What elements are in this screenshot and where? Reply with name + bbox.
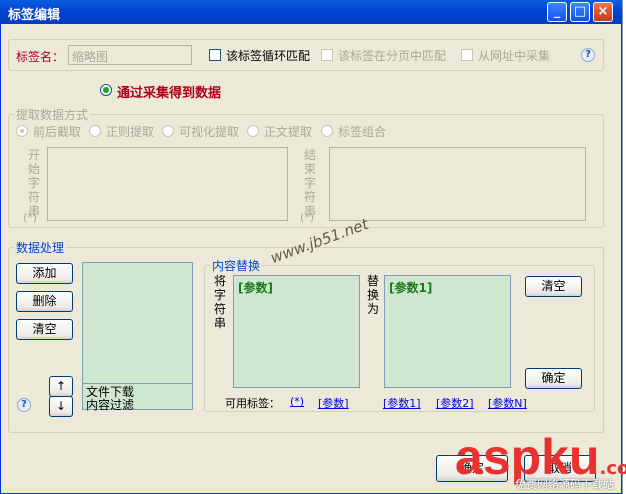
maximize-button[interactable]: □ [570, 2, 590, 22]
processing-help-icon[interactable]: ? [17, 398, 31, 412]
option-regex: 正则提取 [106, 125, 155, 139]
move-down-button[interactable]: ↓ [49, 396, 73, 417]
brand-tagline: 免费网络源码下载站 [515, 478, 614, 491]
end-string-label: 结束字符串 [303, 148, 316, 218]
processing-list[interactable]: 文件下载 内容过滤 [82, 262, 193, 413]
option-combine: 标签组合 [338, 125, 387, 139]
radio-regex[interactable] [89, 125, 101, 137]
replace-with-textarea[interactable]: [参数1] [384, 275, 511, 388]
tag-name-value: 缩略图 [72, 50, 109, 64]
paging-match-label: 该标签在分页中匹配 [338, 49, 447, 63]
find-string-textarea[interactable]: [参数] [233, 275, 360, 388]
replace-with-label: 替换为 [366, 274, 379, 316]
radio-body[interactable] [247, 125, 259, 137]
confirm-replace-button[interactable]: 确定 [525, 368, 582, 389]
loop-match-label: 该标签循环匹配 [226, 49, 311, 63]
tag-link-param1[interactable]: [参数1] [383, 395, 421, 411]
option-visual: 可视化提取 [179, 125, 240, 139]
tag-name-label: 标签名： [16, 50, 65, 64]
background-window-edge [622, 0, 626, 494]
start-string-textarea[interactable] [47, 147, 288, 221]
tag-link-paramN[interactable]: [参数N] [488, 395, 527, 411]
paging-match-checkbox[interactable] [321, 49, 333, 61]
radio-combine[interactable] [321, 125, 333, 137]
minimize-button[interactable]: _ [547, 2, 567, 22]
data-processing-label: 数据处理 [14, 239, 67, 256]
replace-with-value: [参数1] [389, 281, 433, 295]
help-icon[interactable]: ? [581, 48, 595, 62]
window-title: 标签编辑 [8, 8, 61, 23]
option-before-after: 前后截取 [33, 125, 82, 139]
collect-radio[interactable] [100, 84, 112, 96]
add-button[interactable]: 添加 [16, 263, 73, 284]
clear-replace-button[interactable]: 清空 [525, 276, 582, 297]
title-bar[interactable] [0, 0, 622, 24]
content-replace-label: 内容替换 [210, 257, 263, 274]
tag-link-wildcard[interactable]: (*) [290, 395, 304, 408]
tag-link-param[interactable]: [参数] [318, 395, 349, 411]
clear-list-button[interactable]: 清空 [16, 319, 73, 340]
start-wildcard: (*) [23, 211, 38, 224]
find-string-label: 将字符串 [213, 274, 226, 330]
close-button[interactable]: × [593, 2, 613, 22]
radio-visual[interactable] [162, 125, 174, 137]
from-url-label: 从网址中采集 [478, 49, 551, 63]
delete-button[interactable]: 删除 [16, 291, 73, 312]
start-string-label: 开始字符串 [27, 148, 40, 218]
available-tags-label: 可用标签： [225, 397, 280, 410]
radio-before-after[interactable] [16, 125, 28, 137]
loop-match-checkbox[interactable] [209, 49, 221, 61]
extract-method-label: 提取数据方式 [14, 106, 91, 123]
tag-link-param2[interactable]: [参数2] [436, 395, 474, 411]
find-string-value: [参数] [238, 281, 273, 295]
collect-label: 通过采集得到数据 [117, 86, 222, 101]
end-wildcard: (*) [300, 211, 315, 224]
tag-name-input[interactable]: 缩略图 [68, 45, 192, 65]
end-string-textarea[interactable] [329, 147, 586, 221]
list-item[interactable]: 内容过滤 [86, 396, 134, 413]
move-up-button[interactable]: ↑ [49, 376, 73, 397]
option-body: 正文提取 [264, 125, 313, 139]
from-url-checkbox[interactable] [461, 49, 473, 61]
